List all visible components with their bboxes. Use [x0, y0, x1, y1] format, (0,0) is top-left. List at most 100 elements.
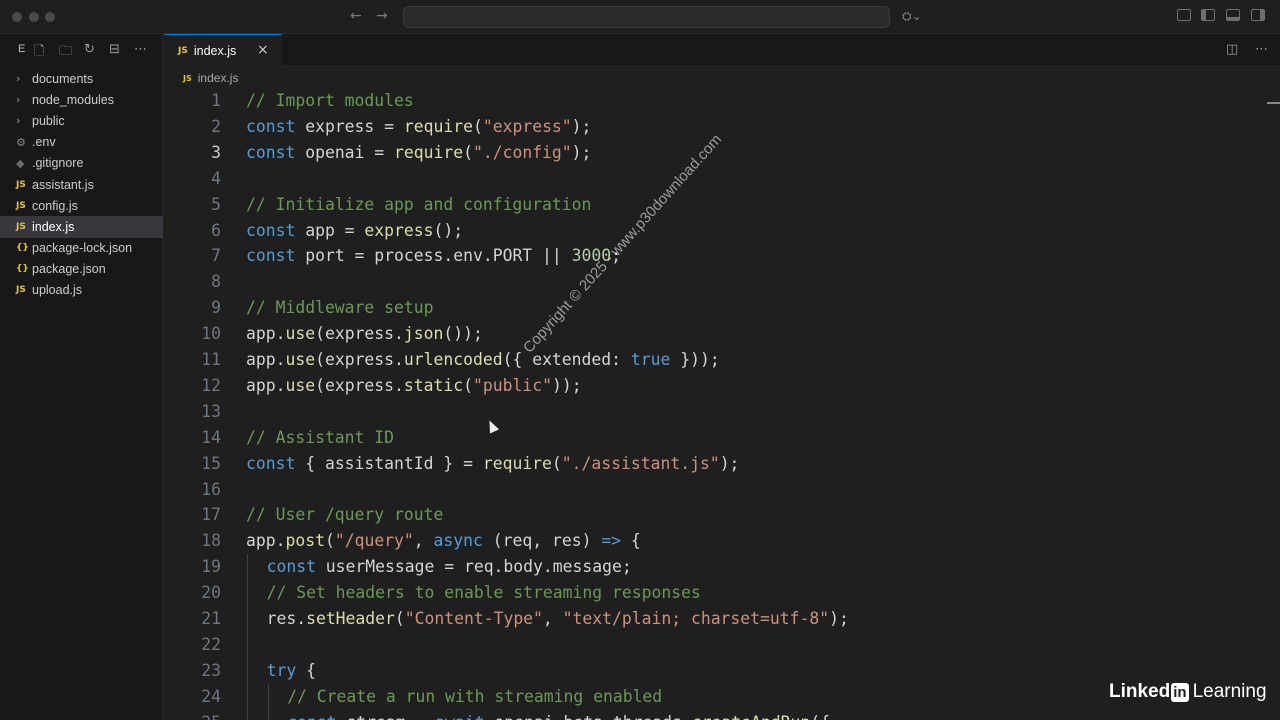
linkedin-learning-logo: Linked in Learning	[1109, 681, 1267, 702]
code-line[interactable]: 5 // Initialize app and configuration	[164, 192, 1264, 218]
code-line[interactable]: 7 const port = process.env.PORT || 3000;	[164, 243, 1264, 269]
tree-item-label: .gitignore	[32, 156, 84, 171]
code-line[interactable]: 15 const { assistantId } = require("./ass…	[164, 451, 1264, 477]
split-editor-icon[interactable]: ◫	[1226, 42, 1238, 57]
new-folder-icon[interactable]: 🗀	[59, 42, 72, 64]
breadcrumb-file[interactable]: index.js	[198, 71, 239, 85]
code-line[interactable]: 22	[164, 631, 1264, 658]
line-number: 19	[201, 557, 221, 577]
code-line[interactable]: 24 // Create a run with streaming enabled	[164, 683, 1264, 710]
code-token: }));	[670, 350, 720, 369]
collapse-icon[interactable]: ⊟	[109, 42, 120, 57]
code-token: express	[364, 220, 434, 240]
code-line[interactable]: 21 res.setHeader("Content-Type", "text/pl…	[164, 606, 1264, 632]
code-token: );	[719, 453, 740, 473]
layout-icon[interactable]	[1177, 9, 1191, 21]
line-number: 4	[211, 168, 221, 188]
tab-label: index.js	[193, 44, 237, 58]
code-token: );	[571, 142, 592, 162]
refresh-icon[interactable]: ↻	[84, 42, 95, 57]
code-token: "express"	[482, 116, 572, 136]
code-line[interactable]: 18 app.post("/query", async (req, res) =>…	[164, 528, 1264, 554]
code-token: ();	[433, 220, 464, 240]
code-text: // Middleware setup	[246, 295, 434, 321]
tree-item-package-lock-json[interactable]: {} package-lock.json	[0, 238, 163, 259]
explorer-header: E 🗋 🗀 ↻ ⊟ ⋯	[0, 34, 163, 66]
tree-item-label: node_modules	[32, 92, 115, 107]
code-token: const	[246, 116, 296, 136]
code-token: {	[621, 531, 641, 551]
tree-item-upload-js[interactable]: JS upload.js	[0, 280, 163, 301]
tree-item-index-js[interactable]: JS index.js	[0, 216, 163, 238]
close-icon[interactable]: ×	[257, 42, 269, 58]
code-text: const userMessage = req.body.message;	[267, 554, 632, 580]
code-line[interactable]: 19 const userMessage = req.body.message;	[164, 554, 1264, 581]
code-line[interactable]: 9 // Middleware setup	[164, 295, 1264, 321]
code-line[interactable]: 17 // User /query route	[164, 502, 1264, 528]
close-window-button[interactable]	[12, 12, 22, 22]
tree-item-label: package.json	[32, 262, 106, 277]
line-number: 24	[201, 686, 221, 706]
copilot-icon[interactable]: ⛭⌄	[902, 9, 926, 23]
code-line[interactable]: 4	[164, 166, 1264, 192]
js-icon: JS	[16, 221, 26, 232]
line-number: 5	[211, 194, 221, 214]
js-icon: JS	[16, 200, 26, 211]
arrow-right-icon[interactable]: →	[376, 8, 388, 24]
tab-index-js[interactable]: JS index.js ×	[164, 34, 282, 67]
code-editor[interactable]: 1 // Import modules 2 const express = requi…	[164, 88, 1280, 720]
code-line[interactable]: 11 app.use(express.urlencoded({ extended:…	[164, 347, 1264, 373]
tree-item-config-js[interactable]: JS config.js	[0, 195, 163, 216]
code-line[interactable]: 23 try {	[164, 657, 1264, 684]
more-icon[interactable]: ⋯	[134, 42, 147, 57]
code-line[interactable]: 25 const stream = await openai.beta.threa…	[164, 709, 1264, 720]
more-actions-icon[interactable]: ⋯	[1255, 42, 1268, 57]
code-line[interactable]: 8	[164, 269, 1264, 295]
line-number: 1	[211, 91, 221, 110]
code-token: app.	[246, 375, 286, 395]
code-line[interactable]: 14 // Assistant ID	[164, 425, 1264, 451]
line-number: 7	[211, 246, 221, 266]
breadcrumb[interactable]: JS index.js	[183, 70, 238, 86]
code-line[interactable]: 1 // Import modules	[164, 88, 1264, 114]
new-file-icon[interactable]: 🗋	[34, 42, 44, 64]
tree-item-public[interactable]: › public	[0, 110, 163, 131]
minimize-window-button[interactable]	[29, 12, 39, 22]
arrow-left-icon[interactable]: ←	[350, 8, 362, 24]
line-number: 12	[201, 375, 221, 395]
code-token: const	[266, 557, 316, 577]
code-token: );	[829, 609, 849, 628]
tree-item-gitignore[interactable]: ◆ .gitignore	[0, 153, 163, 174]
command-center-search[interactable]	[403, 6, 890, 28]
code-text: const port = process.env.PORT || 3000;	[246, 243, 621, 269]
scrollbar-marker[interactable]	[1267, 102, 1280, 104]
code-token: (	[394, 609, 405, 628]
line-number: 20	[201, 583, 221, 603]
code-line[interactable]: 20 // Set headers to enable streaming res…	[164, 580, 1264, 607]
tree-item-node-modules[interactable]: › node_modules	[0, 89, 163, 110]
code-token: app.	[246, 350, 286, 369]
toggle-secondary-sidebar-icon[interactable]	[1251, 9, 1265, 21]
code-token: async	[433, 531, 483, 551]
tree-item-package-json[interactable]: {} package.json	[0, 259, 163, 280]
toggle-panel-icon[interactable]	[1226, 9, 1240, 21]
tree-item-assistant-js[interactable]: JS assistant.js	[0, 174, 163, 195]
code-token: createAndRun	[692, 713, 810, 720]
code-token: (express.	[315, 375, 404, 395]
code-token: true	[630, 350, 671, 369]
tree-item-env[interactable]: ⚙ .env	[0, 132, 163, 153]
toggle-sidebar-icon[interactable]	[1201, 9, 1215, 21]
code-line[interactable]: 6 const app = express();	[164, 218, 1264, 244]
code-line[interactable]: 13	[164, 399, 1264, 425]
line-number: 6	[211, 220, 221, 240]
code-line[interactable]: 12 app.use(express.static("public"));	[164, 373, 1264, 399]
code-token: const	[246, 220, 296, 240]
code-token: ,	[413, 531, 434, 551]
indent-guide	[247, 657, 248, 684]
code-line[interactable]: 10 app.use(express.json());	[164, 321, 1264, 347]
code-line[interactable]: 16	[164, 477, 1264, 503]
code-token: require	[482, 453, 552, 473]
code-token: require	[403, 116, 473, 136]
maximize-window-button[interactable]	[45, 12, 55, 22]
tree-item-documents[interactable]: › documents	[0, 68, 163, 89]
